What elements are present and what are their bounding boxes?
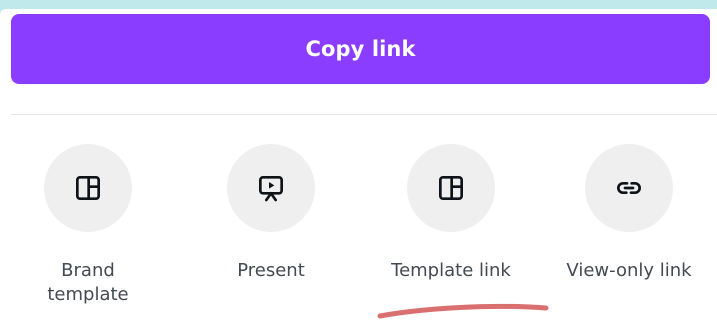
brand-template-label: Brand template (47, 260, 129, 305)
copy-link-button[interactable]: Copy link (11, 14, 710, 84)
share-panel: Copy link Brand template Present Templat… (0, 9, 717, 325)
presentation-icon (259, 176, 283, 202)
present-option[interactable]: Present (196, 144, 346, 283)
view-only-link-icon-circle[interactable] (585, 144, 673, 232)
view-only-link-label: View-only link (566, 260, 692, 281)
view-only-link-option[interactable]: View-only link (554, 144, 704, 283)
template-layout-icon (76, 176, 100, 200)
brand-template-option[interactable]: Brand template (13, 144, 163, 307)
template-link-label: Template link (391, 260, 511, 281)
brand-template-icon-circle[interactable] (44, 144, 132, 232)
present-label: Present (237, 260, 305, 281)
divider (11, 114, 717, 115)
template-link-icon-circle[interactable] (407, 144, 495, 232)
template-link-option[interactable]: Template link (376, 144, 526, 283)
link-icon (617, 182, 641, 194)
template-layout-icon (439, 176, 463, 200)
annotation-underline (377, 303, 549, 319)
present-icon-circle[interactable] (227, 144, 315, 232)
